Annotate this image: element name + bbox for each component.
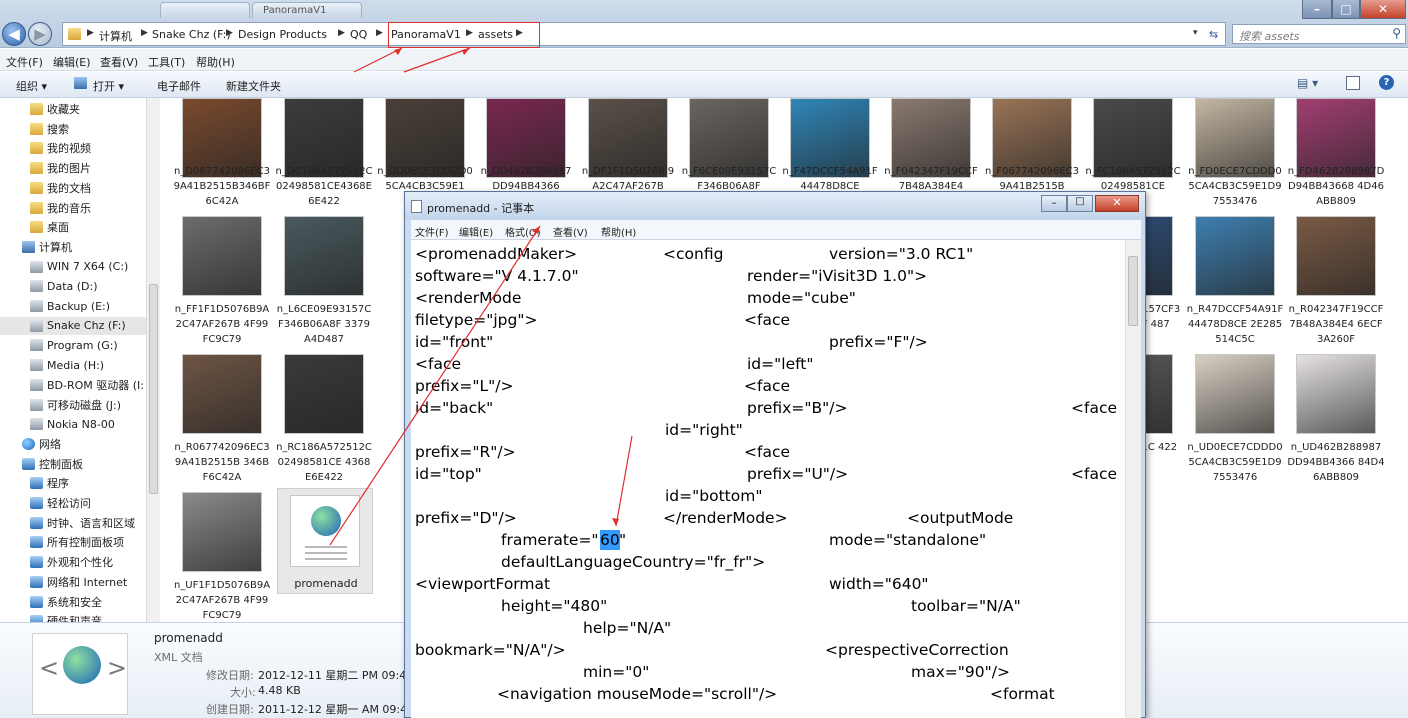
annotation-arrow-4 [615, 435, 633, 527]
annotation-arrow-2 [403, 47, 471, 73]
arrowhead-1 [394, 48, 402, 55]
annotation-arrow-1 [353, 47, 403, 73]
arrowhead-2 [462, 48, 470, 55]
annotation-arrow-3 [329, 225, 541, 546]
arrowhead-3 [532, 226, 540, 234]
arrowhead-4 [612, 518, 619, 526]
annotation-arrows [329, 47, 633, 546]
